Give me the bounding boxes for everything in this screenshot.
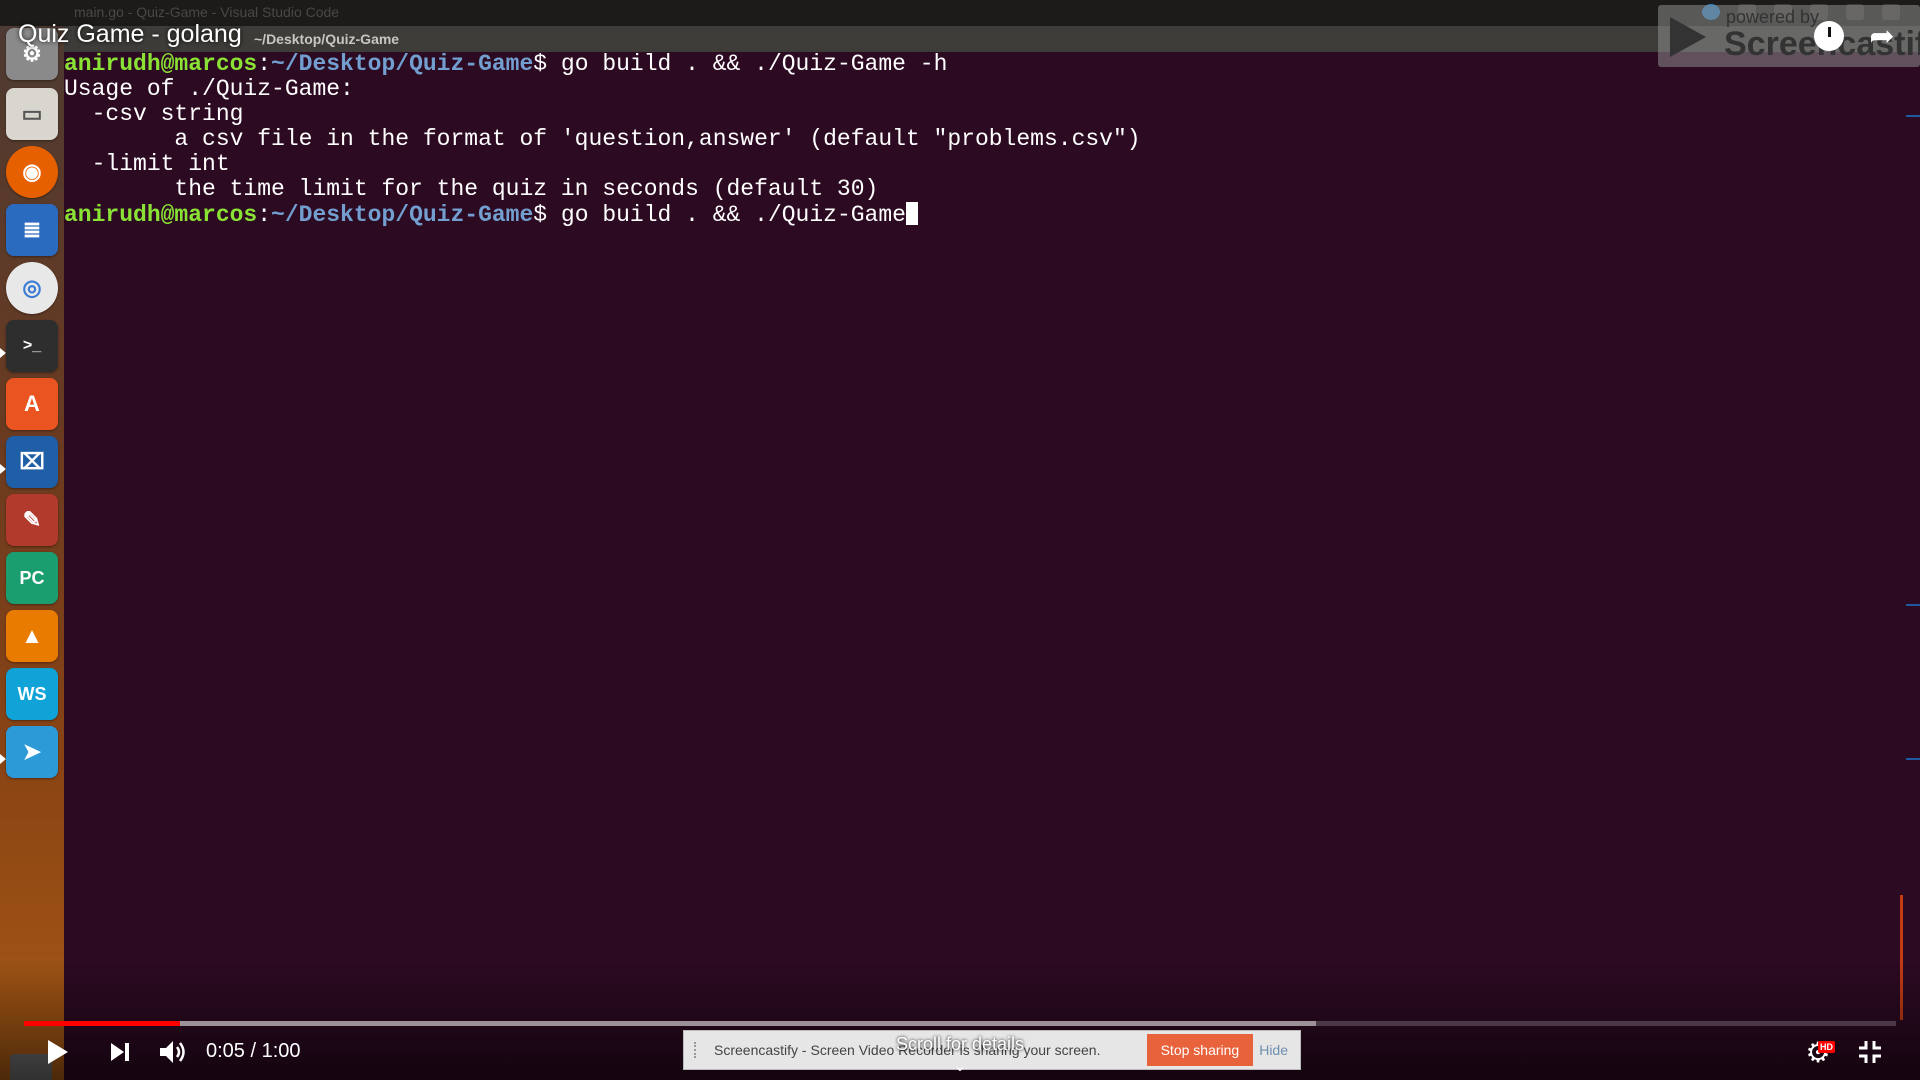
prompt-user: anirudh@marcos bbox=[64, 51, 258, 77]
video-frame[interactable]: main.go - Quiz-Game - Visual Studio Code… bbox=[0, 0, 1920, 1080]
command-text: go build . && ./Quiz-Game -h bbox=[547, 51, 948, 77]
vscode-icon: ⌧ bbox=[6, 436, 58, 488]
hide-button[interactable]: Hide bbox=[1259, 1042, 1288, 1058]
ubuntu-launcher: ⚙ ▭ ◉ ≣ ◎ >_ A ⌧ ✎ PC ▲ WS ➤ bbox=[0, 26, 64, 1080]
text-cursor bbox=[905, 202, 918, 225]
terminal-line-command: anirudh@marcos:~/Desktop/Quiz-Game$ go b… bbox=[64, 51, 948, 77]
watch-later-icon[interactable] bbox=[1811, 18, 1847, 54]
chevron-down-icon[interactable]: ⌄ bbox=[950, 1056, 970, 1076]
prompt-user: anirudh@marcos bbox=[64, 202, 258, 228]
chrome-icon: ◎ bbox=[6, 262, 58, 314]
command-text: go build . && ./Quiz-Game bbox=[547, 202, 906, 228]
tools-icon: ✎ bbox=[6, 494, 58, 546]
progress-bar[interactable] bbox=[24, 1021, 1896, 1026]
ubuntu-top-panel: main.go - Quiz-Game - Visual Studio Code bbox=[0, 0, 1920, 26]
terminal-output[interactable]: anirudh@marcos:~/Desktop/Quiz-Game$ go b… bbox=[64, 52, 1910, 1052]
video-title[interactable]: Quiz Game - golang bbox=[18, 20, 242, 49]
stop-sharing-button[interactable]: Stop sharing bbox=[1146, 1034, 1254, 1066]
share-icon[interactable]: ➦ bbox=[1864, 18, 1900, 54]
progress-buffered bbox=[24, 1021, 1316, 1026]
prompt-path: ~/Desktop/Quiz-Game bbox=[271, 51, 534, 77]
terminal-line-output: Usage of ./Quiz-Game: bbox=[64, 76, 354, 102]
hd-badge: HD bbox=[1818, 1041, 1835, 1053]
prompt-path: ~/Desktop/Quiz-Game bbox=[271, 202, 534, 228]
terminal-line-output: -limit int bbox=[64, 151, 230, 177]
software-center-icon: A bbox=[6, 378, 58, 430]
prompt-symbol: $ bbox=[533, 202, 548, 228]
terminal-title: ~/Desktop/Quiz-Game bbox=[254, 31, 400, 47]
vlc-icon: ▲ bbox=[6, 610, 58, 662]
next-icon bbox=[111, 1043, 129, 1061]
terminal-titlebar: ~/Desktop/Quiz-Game bbox=[64, 26, 1920, 52]
telegram-icon: ➤ bbox=[6, 726, 58, 778]
files-icon: ▭ bbox=[6, 88, 58, 140]
terminal-line-output: -csv string bbox=[64, 101, 244, 127]
exit-fullscreen-icon bbox=[1859, 1041, 1881, 1063]
prompt-symbol: $ bbox=[533, 51, 548, 77]
terminal-icon: >_ bbox=[6, 320, 58, 372]
progress-played bbox=[24, 1021, 180, 1026]
time-display: 0:05 / 1:00 bbox=[206, 1040, 301, 1062]
terminal-line-output: a csv file in the format of 'question,an… bbox=[64, 126, 1141, 152]
play-icon bbox=[48, 1040, 68, 1064]
window-title: main.go - Quiz-Game - Visual Studio Code bbox=[74, 4, 340, 20]
scroll-for-details[interactable]: Scroll for details bbox=[850, 1034, 1070, 1055]
exit-fullscreen-button[interactable] bbox=[1852, 1036, 1888, 1068]
next-button[interactable] bbox=[104, 1036, 136, 1068]
terminal-line-command: anirudh@marcos:~/Desktop/Quiz-Game$ go b… bbox=[64, 202, 1910, 228]
webstorm-icon: WS bbox=[6, 668, 58, 720]
play-button[interactable] bbox=[42, 1036, 74, 1068]
writer-icon: ≣ bbox=[6, 204, 58, 256]
firefox-icon: ◉ bbox=[6, 146, 58, 198]
drag-handle-icon[interactable] bbox=[694, 1042, 702, 1058]
terminal-line-output: the time limit for the quiz in seconds (… bbox=[64, 176, 879, 202]
pycharm-icon: PC bbox=[6, 552, 58, 604]
volume-button[interactable] bbox=[156, 1036, 192, 1068]
screencastify-logo-icon bbox=[1670, 17, 1706, 57]
volume-icon bbox=[160, 1041, 185, 1063]
